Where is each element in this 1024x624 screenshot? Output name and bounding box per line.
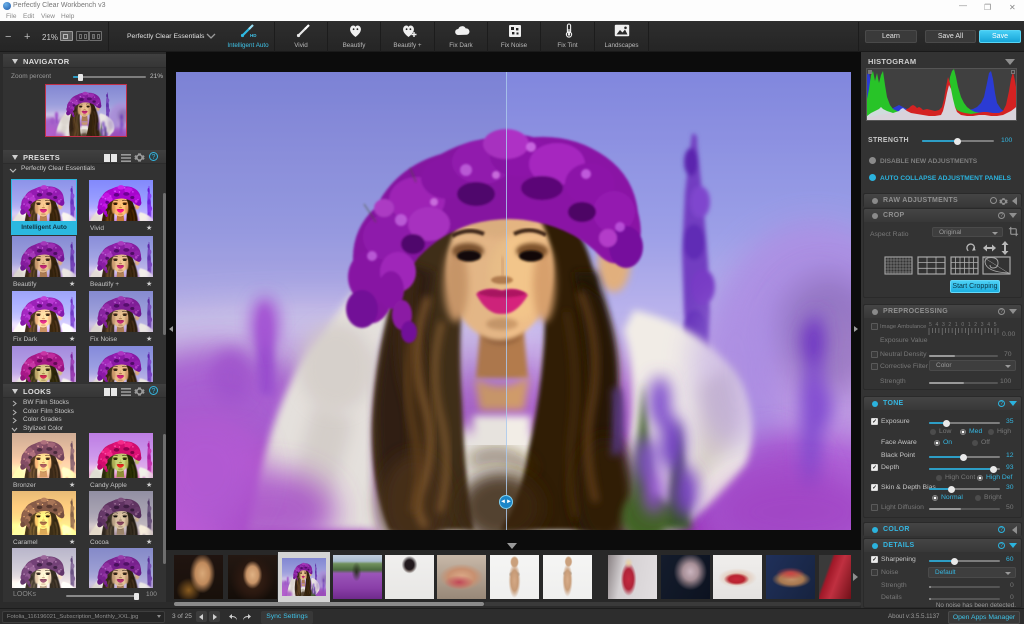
svg-text:HD: HD: [250, 33, 257, 38]
